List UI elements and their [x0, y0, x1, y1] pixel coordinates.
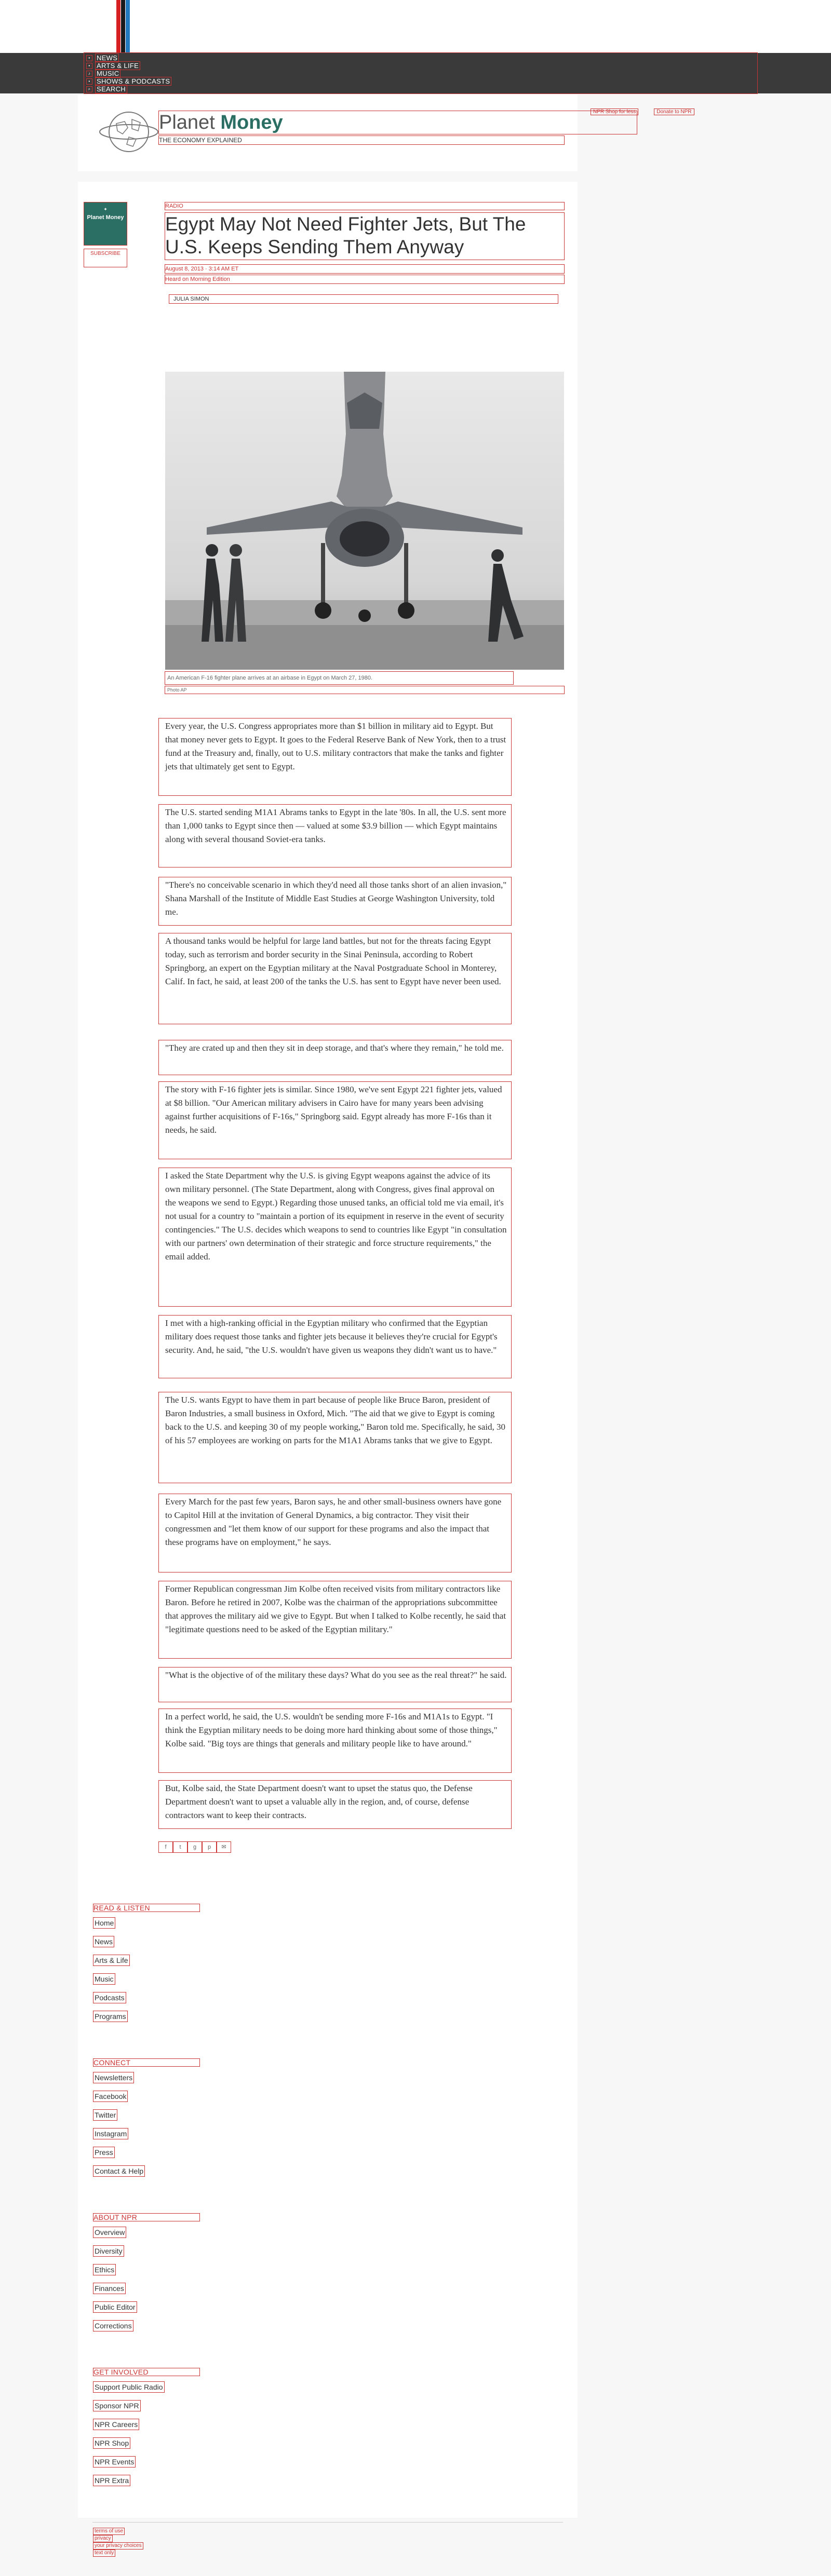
footer-link-home[interactable]: Home: [92, 1917, 116, 1929]
google-share-icon[interactable]: g: [187, 1841, 202, 1853]
arts-icon: ▪: [86, 62, 92, 69]
footer-link-music[interactable]: Music: [93, 1973, 115, 1985]
article-paragraph: I met with a high-ranking official in th…: [158, 1315, 512, 1378]
podcast-logo[interactable]: ✦ Planet Money: [84, 202, 127, 246]
footer-link-npr-extra[interactable]: NPR Extra: [92, 2475, 131, 2486]
facebook-share-icon[interactable]: f: [158, 1841, 173, 1853]
email-share-icon[interactable]: ✉: [217, 1841, 231, 1853]
article-paragraph: "What is the objective of of the militar…: [158, 1667, 512, 1702]
footer-link-npr-events[interactable]: NPR Events: [92, 2456, 136, 2467]
planet-money-illustration-icon: [99, 112, 158, 152]
photo-credit: Photo AP: [165, 686, 565, 694]
footer-heading-get-involved: Get Involved: [93, 2368, 200, 2376]
blog-header: Planet Money THE ECONOMY EXPLAINED: [78, 94, 637, 171]
nav-item-news[interactable]: ▪ News: [86, 53, 119, 62]
footer-link-arts-life[interactable]: Arts & Life: [93, 1955, 130, 1966]
subscribe-button[interactable]: SUBSCRIBE: [84, 249, 127, 267]
footer-link-programs[interactable]: Programs: [93, 2011, 128, 2022]
footer-link-press[interactable]: Press: [93, 2147, 115, 2158]
top-banner: [0, 0, 831, 53]
nav-item-shows-podcasts[interactable]: ▪ Shows & Podcasts: [86, 77, 172, 86]
article-paragraph: Every year, the U.S. Congress appropriat…: [158, 718, 512, 796]
footer-link-facebook[interactable]: Facebook: [92, 2091, 128, 2102]
byline[interactable]: JULIA SIMON: [169, 294, 558, 304]
donate-link[interactable]: Donate to NPR: [654, 109, 694, 115]
footer-link-text-only[interactable]: text only: [92, 2550, 116, 2557]
top-links: NPR Shop for less Donate to NPR: [590, 109, 694, 115]
footer-link-overview[interactable]: Overview: [92, 2227, 127, 2238]
article-paragraph: The U.S. wants Egypt to have them in par…: [158, 1392, 512, 1483]
heard-on-link[interactable]: Heard on Morning Edition: [165, 275, 565, 284]
footer-link-support-public-radio[interactable]: Support Public Radio: [93, 2381, 165, 2393]
f16-jet-image: [165, 372, 564, 670]
footer-heading-about-npr: About NPR: [93, 2213, 200, 2221]
article-paragraph: The story with F-16 fighter jets is simi…: [158, 1081, 512, 1159]
footer-link-newsletters[interactable]: Newsletters: [92, 2072, 135, 2083]
podcast-icon: ▪: [86, 78, 92, 85]
nav-item-arts-life[interactable]: ▪ Arts & Life: [86, 61, 141, 70]
footer-link-ethics[interactable]: Ethics: [92, 2264, 116, 2275]
footer-link-terms[interactable]: terms of use: [92, 2528, 125, 2535]
npr-logo[interactable]: [116, 0, 134, 53]
footer-link-privacy-choices[interactable]: your privacy choices: [93, 2542, 143, 2550]
blog-tagline: THE ECONOMY EXPLAINED: [158, 135, 565, 145]
podcast-logo-mark-icon: ✦: [103, 207, 108, 212]
article-paragraph: The U.S. started sending M1A1 Abrams tan…: [158, 804, 512, 867]
podcast-logo-label: Planet Money: [87, 214, 124, 221]
footer-link-sponsor-npr[interactable]: Sponsor NPR: [93, 2400, 141, 2411]
subscribe-label: SUBSCRIBE: [90, 251, 120, 256]
music-icon: ♪: [86, 70, 92, 77]
footer-link-corrections[interactable]: Corrections: [93, 2320, 133, 2331]
global-nav: ▪ News ▪ Arts & Life ♪ Music ▪ Shows & Podca…: [0, 52, 831, 94]
footer-link-npr-careers[interactable]: NPR Careers: [92, 2419, 140, 2430]
article-paragraph: Former Republican congressman Jim Kolbe …: [158, 1581, 512, 1659]
article-paragraph: But, Kolbe said, the State Department do…: [158, 1780, 512, 1829]
nav-item-search[interactable]: ⌕ Search: [86, 85, 127, 93]
photo-caption: An American F-16 fighter plane arrives a…: [165, 671, 514, 685]
footer-link-podcasts[interactable]: Podcasts: [93, 1992, 126, 2003]
twitter-share-icon[interactable]: t: [173, 1841, 187, 1853]
article-photo: [165, 372, 564, 670]
article-paragraph: Every March for the past few years, Baro…: [158, 1494, 512, 1572]
page: ▪ News ▪ Arts & Life ♪ Music ▪ Shows & Podca…: [0, 0, 831, 2576]
article-headline: Egypt May Not Need Fighter Jets, But The…: [165, 212, 565, 260]
article-date: August 8, 2013 · 3:14 AM ET: [165, 264, 565, 274]
nav-item-music[interactable]: ♪ Music: [86, 69, 121, 78]
blog-title[interactable]: Planet Money: [158, 111, 637, 134]
footer-link-public-editor[interactable]: Public Editor: [93, 2301, 137, 2313]
article-paragraph: I asked the State Department why the U.S…: [158, 1168, 512, 1307]
article-paragraph: "They are crated up and then they sit in…: [158, 1040, 512, 1075]
footer-link-twitter[interactable]: Twitter: [92, 2109, 118, 2121]
article-slug[interactable]: RADIO: [165, 202, 565, 210]
search-icon: ⌕: [86, 86, 92, 92]
article-paragraph: A thousand tanks would be helpful for la…: [158, 933, 512, 1024]
footer-divider: [92, 2522, 563, 2523]
footer-link-finances[interactable]: Finances: [93, 2283, 126, 2294]
news-icon: ▪: [86, 55, 92, 61]
share-tools: f t g p ✉: [158, 1841, 231, 1853]
article-paragraph: "There's no conceivable scenario in whic…: [158, 877, 512, 926]
article-paragraph: In a perfect world, he said, the U.S. wo…: [158, 1709, 512, 1773]
footer-link-news[interactable]: News: [92, 1936, 115, 1947]
footer-link-diversity[interactable]: Diversity: [93, 2245, 124, 2257]
shop-link[interactable]: NPR Shop for less: [590, 109, 639, 115]
footer-heading-connect: Connect: [93, 2058, 200, 2067]
footer-link-privacy[interactable]: privacy: [93, 2535, 113, 2542]
footer-link-contact-help[interactable]: Contact & Help: [92, 2165, 145, 2177]
footer-heading-read-listen: Read & Listen: [93, 1904, 200, 1912]
footer-link-instagram[interactable]: Instagram: [92, 2128, 129, 2139]
pinterest-share-icon[interactable]: p: [202, 1841, 217, 1853]
footer-link-npr-shop[interactable]: NPR Shop: [92, 2437, 131, 2449]
